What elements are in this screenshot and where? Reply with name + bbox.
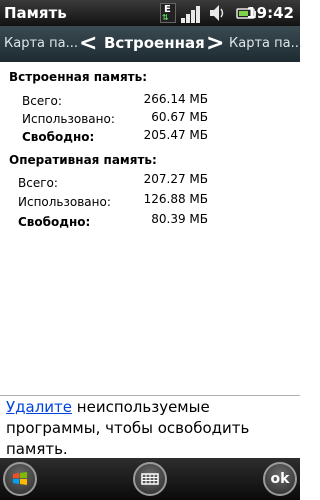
uninstall-hint: Удалите неиспользуемые программы, чтобы … bbox=[6, 397, 296, 460]
row-value: 266.14 МБ bbox=[143, 92, 208, 106]
tab-right[interactable]: Карта па... bbox=[229, 36, 303, 51]
pivot-header: Карта па... < Встроенная > Карта па... bbox=[0, 26, 303, 62]
edge-data-icon: E ⇅ bbox=[160, 3, 176, 23]
row-value: 60.67 МБ bbox=[151, 110, 208, 124]
keyboard-icon bbox=[141, 473, 159, 485]
section-title: Оперативная память: bbox=[9, 153, 157, 167]
row-value: 205.47 МБ bbox=[143, 128, 208, 142]
volume-icon bbox=[208, 3, 224, 23]
hint-text: память. bbox=[6, 440, 68, 458]
keyboard-button[interactable] bbox=[133, 462, 167, 496]
row-label: Использовано: bbox=[22, 112, 115, 126]
app-title: Память bbox=[4, 4, 67, 22]
row-value: 207.27 МБ bbox=[143, 172, 208, 186]
hint-text: программы, чтобы освободить bbox=[6, 419, 250, 437]
uninstall-link[interactable]: Удалите bbox=[6, 398, 72, 416]
hint-text: неиспользуемые bbox=[72, 398, 210, 416]
windows-start-icon bbox=[13, 472, 27, 485]
row-label: Всего: bbox=[18, 176, 58, 190]
row-label: Свободно: bbox=[22, 130, 95, 144]
tab-current[interactable]: Встроенная bbox=[104, 34, 205, 52]
row-label: Использовано: bbox=[18, 195, 111, 209]
row-value: 126.88 МБ bbox=[143, 192, 208, 206]
section-title: Встроенная память: bbox=[9, 70, 147, 84]
ok-label: ok bbox=[270, 471, 290, 487]
chevron-right-icon[interactable]: > bbox=[206, 31, 224, 56]
row-label: Свободно: bbox=[18, 215, 91, 229]
ok-button[interactable]: ok bbox=[263, 462, 297, 496]
row-label: Всего: bbox=[22, 94, 62, 108]
divider bbox=[0, 395, 300, 396]
clock: 19:42 bbox=[246, 4, 294, 22]
softkey-bar: ok bbox=[0, 458, 300, 500]
windows-start-button[interactable] bbox=[3, 462, 37, 496]
chevron-left-icon[interactable]: < bbox=[79, 31, 97, 56]
row-value: 80.39 МБ bbox=[151, 212, 208, 226]
tab-left[interactable]: Карта па... bbox=[4, 36, 78, 51]
signal-strength-icon bbox=[181, 3, 203, 23]
status-bar: Память E ⇅ 19:42 bbox=[0, 0, 300, 26]
